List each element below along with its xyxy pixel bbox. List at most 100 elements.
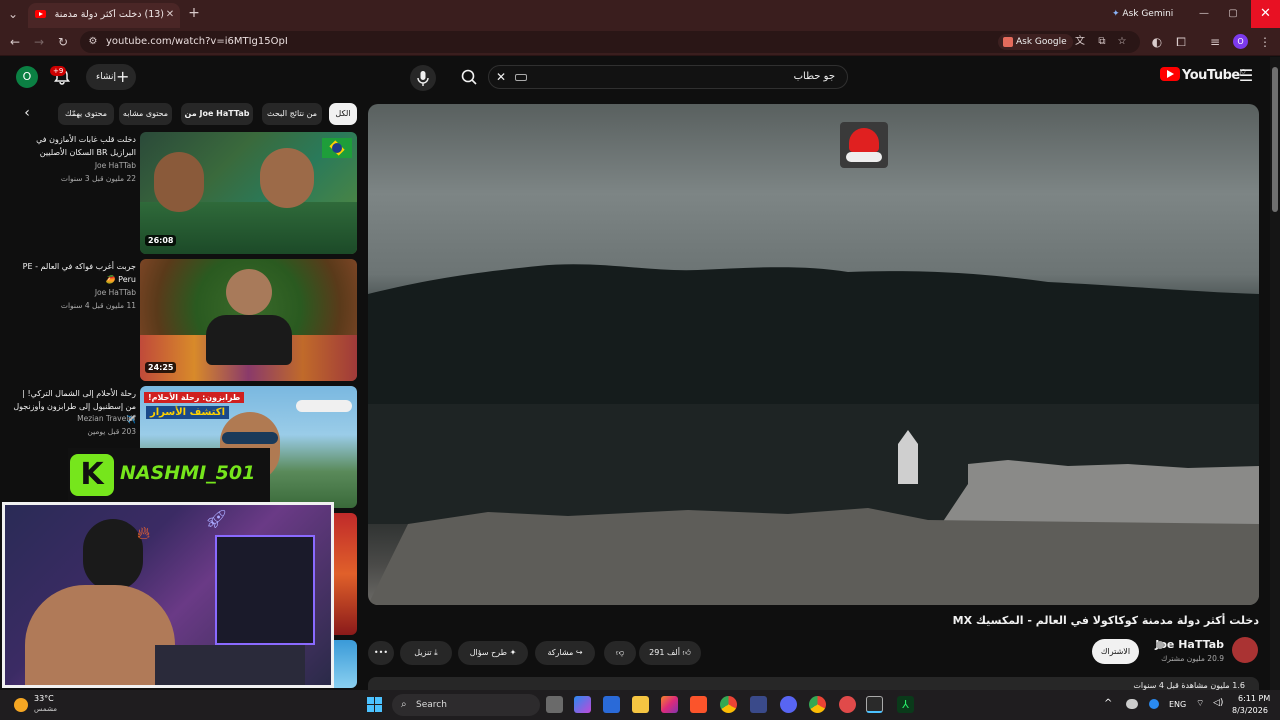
tray-app-icon[interactable] [1149,699,1159,709]
weather-temperature[interactable]: 33°C [34,694,54,703]
obs-icon[interactable] [839,696,856,713]
channel-name[interactable]: Joe HaTTab [95,288,136,297]
share-icon: ↪ [575,648,583,657]
new-tab-icon[interactable]: + [187,6,201,20]
ask-google-button[interactable]: Ask Google [998,34,1073,50]
mascot-icon [849,128,879,152]
weather-condition[interactable]: مشمس [34,705,57,713]
clock-date[interactable]: 8/3/2026 [1232,706,1268,715]
terminal-icon[interactable]: ⅄ [897,696,914,713]
youtube-logo[interactable]: YouTubeJO [1160,67,1246,87]
copilot-icon[interactable] [574,696,591,713]
dislike-button[interactable]: 👎︎ [604,641,636,665]
tray-expand-icon[interactable]: ^ [1104,698,1112,709]
download-label: تنزيل [414,648,432,657]
chips-prev-icon[interactable]: ‹ [20,103,34,125]
extension-icon[interactable]: ◐ [1150,35,1164,49]
tab-search-icon[interactable]: ⌄ [6,7,20,21]
search-input[interactable]: ✕ جو حطاب [488,65,848,89]
ask-button[interactable]: طرح سؤال ✦ [458,641,528,665]
thumbnail-person-elder [260,148,314,208]
share-label: مشاركة [547,648,574,657]
video-duration: 24:25 [145,362,177,373]
page-scrollbar[interactable] [1270,57,1280,690]
minimize-icon[interactable]: — [1197,7,1211,21]
tab-close-icon[interactable]: ✕ [164,8,176,22]
profile-avatar[interactable]: O [1233,34,1248,49]
rocket-icon: 🚀︎ [205,509,228,530]
extensions-puzzle-icon[interactable]: ⧠ [1174,35,1188,49]
clock-time[interactable]: 6:11 PM [1238,694,1270,703]
store-icon[interactable] [603,696,620,713]
pc-case [215,535,315,645]
subscriber-count: 20.9 مليون مشترك [1161,654,1224,663]
keyboard-icon[interactable] [515,74,527,81]
back-icon[interactable]: ← [8,35,22,49]
translate-icon[interactable]: 文 [1074,35,1086,49]
active-app-icon[interactable] [866,696,883,713]
video-player[interactable] [368,104,1259,605]
streamer-logo: K [70,454,114,496]
chip-similar[interactable]: محتوى مشابه [119,103,172,125]
stream-overlay-mascot [840,122,888,168]
install-app-icon[interactable]: ⧉ [1096,35,1108,49]
app-icon[interactable] [750,696,767,713]
chrome-icon[interactable] [720,696,737,713]
more-actions-button[interactable]: ••• [368,641,394,665]
onedrive-icon[interactable] [1126,699,1138,709]
user-avatar[interactable]: O [16,66,38,88]
site-info-icon[interactable]: ⚙ [87,35,99,49]
chip-from-search[interactable]: من نتائج البحث [262,103,322,125]
network-icon[interactable]: ⌔ [1196,698,1204,709]
reload-icon[interactable]: ↻ [56,35,70,49]
windows-start-icon[interactable] [367,697,383,713]
suggested-video-2[interactable]: 24:25 جربت أغرب فواكه في العالم - PE Per… [0,259,360,381]
brave-icon[interactable] [690,696,707,713]
desk-keyboard [155,645,305,685]
download-button[interactable]: تنزيل ⤓ [400,641,452,665]
browser-tab[interactable]: (13) دخلت أكثر دولة مدمنة ك ✕ [28,3,180,28]
sunglasses-icon [222,432,278,444]
chrome-alt-icon[interactable] [809,696,826,713]
ask-gemini-button[interactable]: ✦ Ask Gemini [1106,5,1181,23]
volume-icon[interactable]: ◁) [1213,698,1223,708]
like-button[interactable]: 291 ألف 👍︎ [639,641,701,665]
channel-avatar[interactable] [1232,637,1258,663]
create-button[interactable]: إنشاء + [86,64,136,90]
microphone-icon [417,71,429,86]
restore-icon[interactable]: ▢ [1226,7,1240,21]
chip-from-channel[interactable]: من Joe HaTTab [181,103,253,125]
bookmark-star-icon[interactable]: ☆ [1116,35,1128,49]
language-indicator[interactable]: ENG [1169,700,1186,709]
airplane-icon [296,400,352,412]
address-bar[interactable]: ⚙ youtube.com/watch?v=i6MTIg15OpI Ask Go… [80,31,1140,53]
notification-badge: +9 [50,66,67,76]
channel-name[interactable]: Joe HaTTab [95,161,136,170]
share-button[interactable]: مشاركة ↪ [535,641,595,665]
weather-sun-icon[interactable] [14,698,28,712]
thumbnail-caption-1: طرابزون: رحلة الأحلام! [144,392,245,403]
instagram-icon[interactable] [661,696,678,713]
subscribe-button[interactable]: الاشتراك [1092,639,1139,664]
reading-list-icon[interactable]: ≡ [1208,35,1222,49]
chrome-menu-icon[interactable]: ⋮ [1258,35,1272,49]
video-title[interactable]: جربت أغرب فواكه في العالم - PE Peru 🥭 [11,260,136,286]
taskbar-search[interactable]: ⌕ Search [392,694,540,716]
chip-all[interactable]: الكل [329,103,357,125]
hamburger-menu-icon[interactable]: ☰ [1238,68,1254,84]
voice-search-button[interactable] [410,65,436,91]
suggested-video-1[interactable]: 26:08 دخلت قلب غابات الأمازون في البرازي… [0,132,360,254]
close-window-button[interactable]: ✕ [1251,0,1280,28]
channel-name[interactable]: Mezian Traveler [77,414,136,423]
task-view-icon[interactable] [546,696,563,713]
youtube-masthead: O +9 إنشاء + ✕ جو حطاب YouTubeJO ☰ [0,57,1268,97]
channel-name-main[interactable]: Joe HaTTab [1155,638,1224,651]
scrollbar-thumb[interactable] [1272,67,1278,212]
clear-search-icon[interactable]: ✕ [495,70,507,84]
discord-icon[interactable] [780,696,797,713]
chip-interests[interactable]: محتوى يهمّك [58,103,114,125]
forward-icon[interactable]: → [32,35,46,49]
file-explorer-icon[interactable] [632,696,649,713]
video-title[interactable]: دخلت قلب غابات الأمازون في البرازيل BR ا… [11,133,136,159]
search-button[interactable] [450,65,488,89]
